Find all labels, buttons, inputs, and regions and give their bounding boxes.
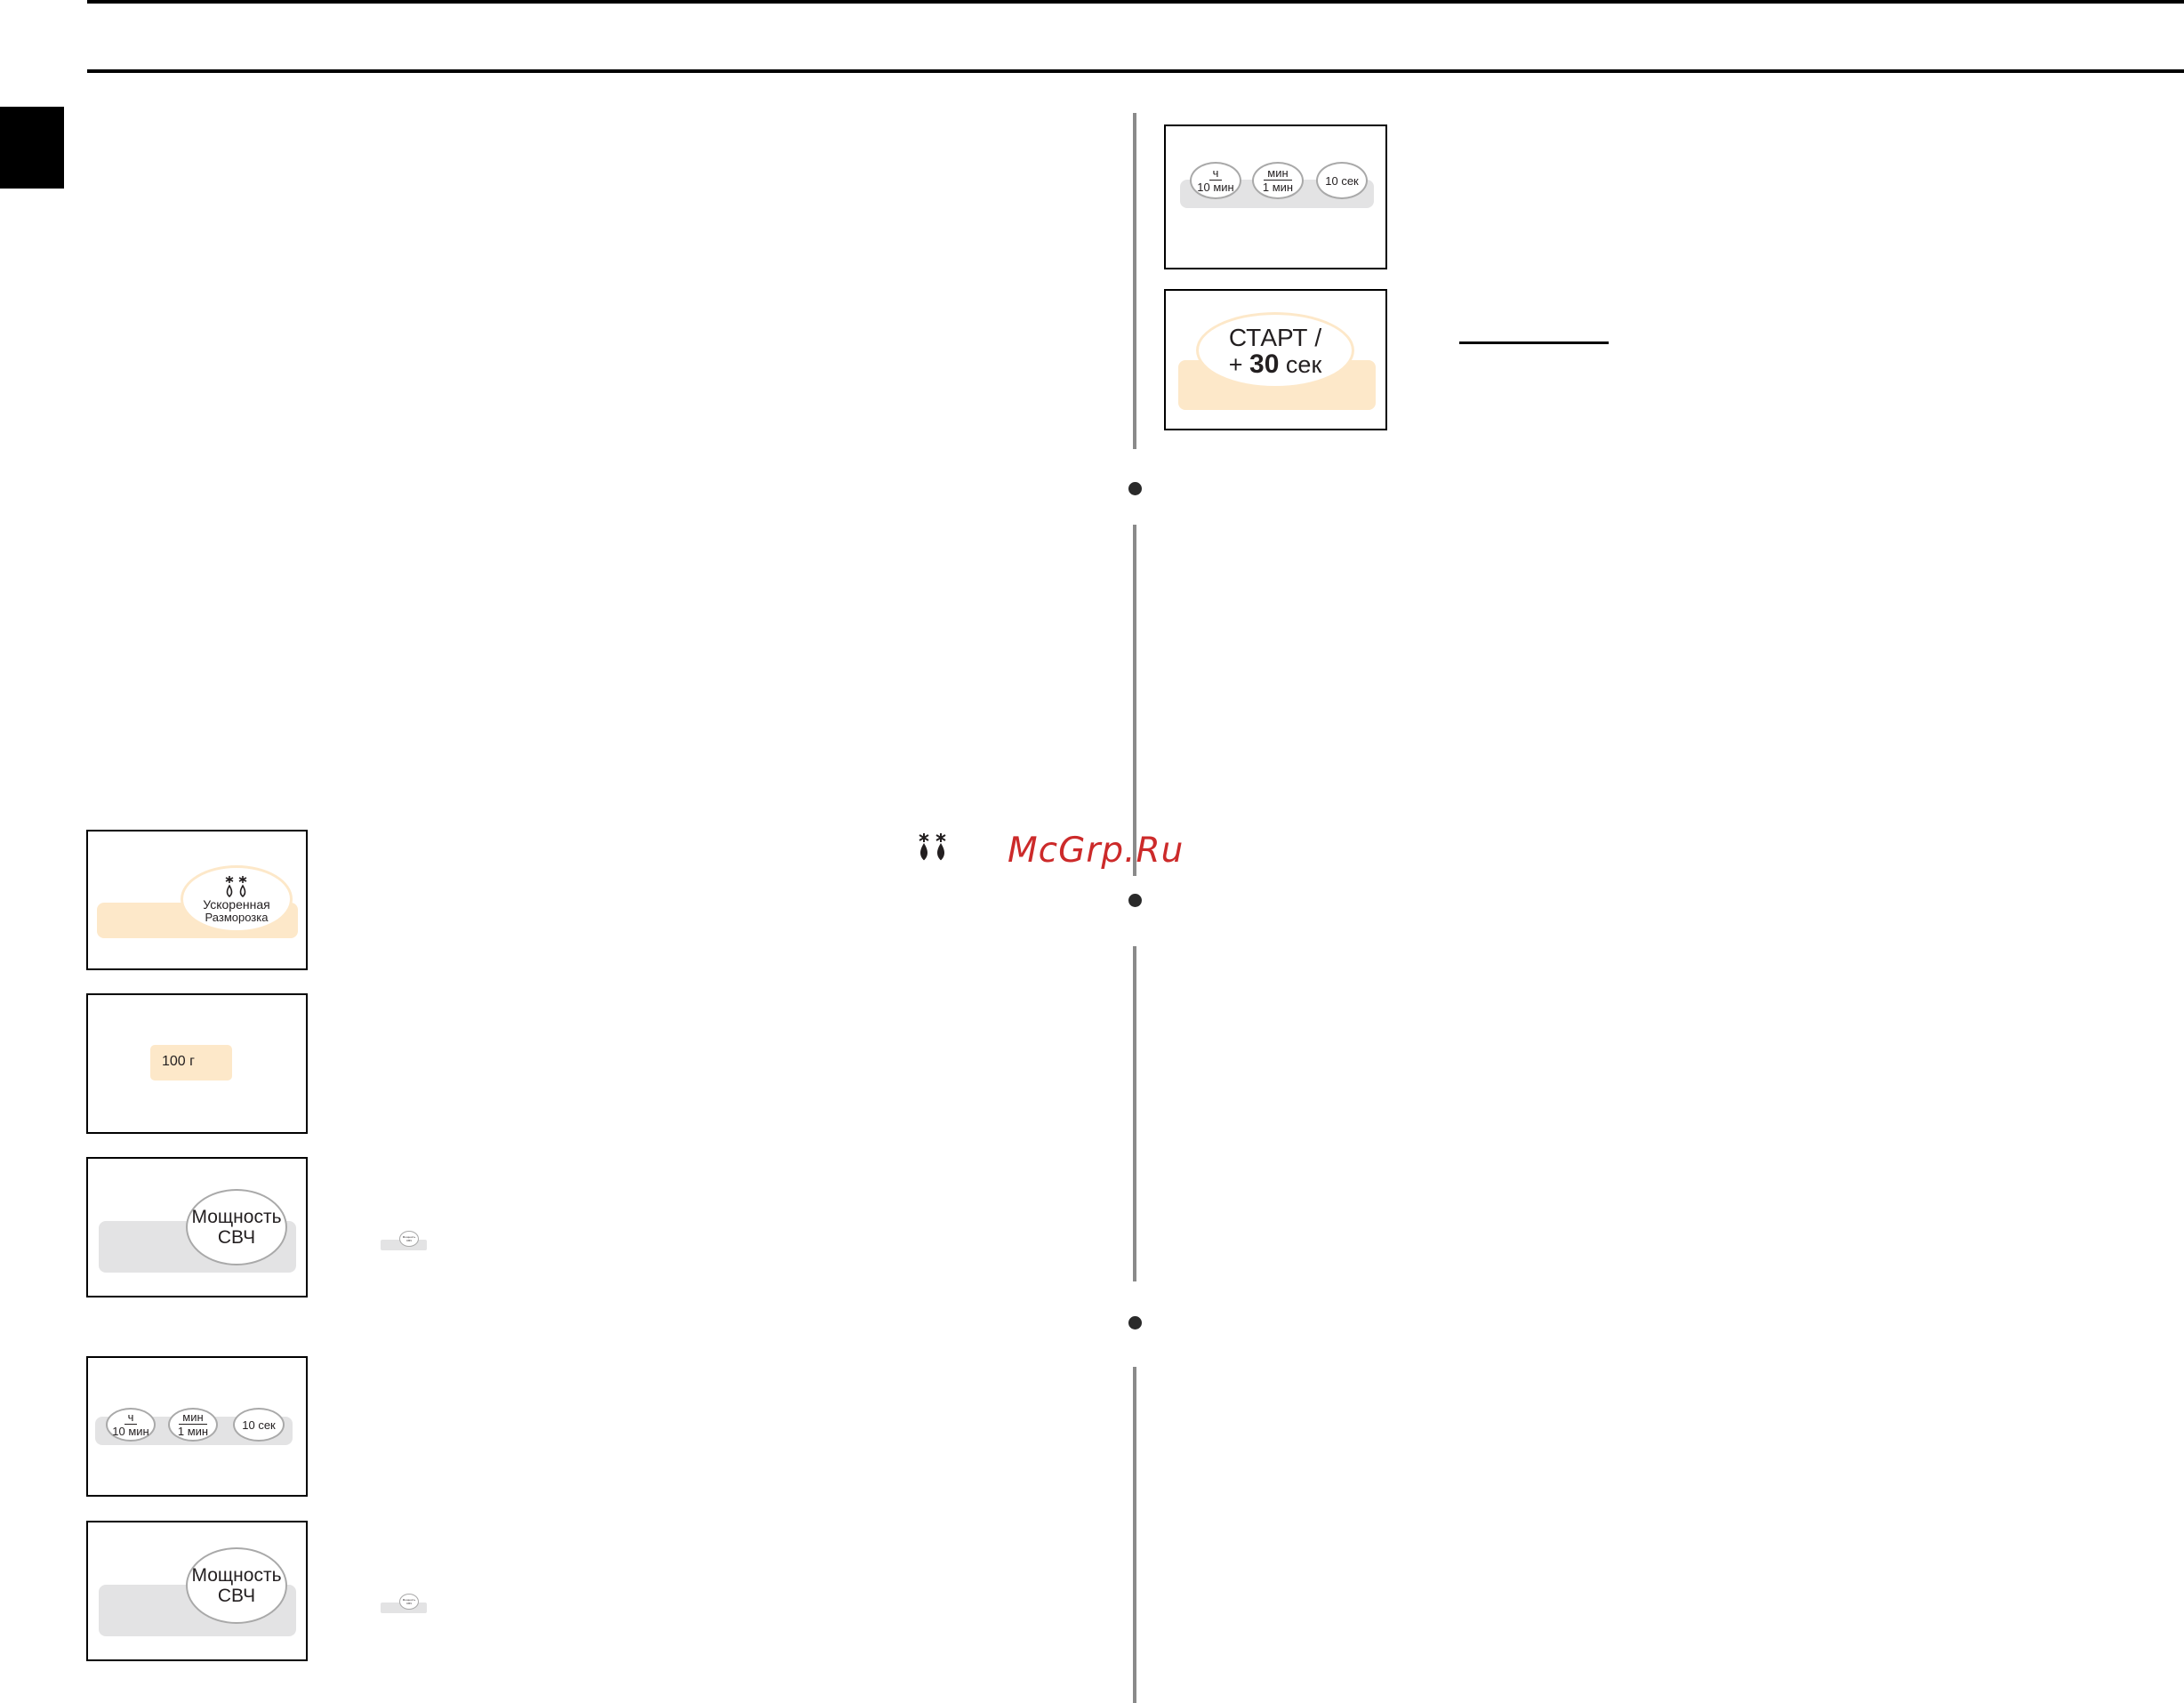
power-panel: Мощность СВЧ (86, 1521, 308, 1661)
underline-rule (1459, 341, 1609, 344)
top-rule (87, 0, 2184, 4)
start-sublabel: + 30 сек (1228, 349, 1322, 379)
mini-label-line2: СВЧ (405, 1239, 413, 1242)
power-label-line2: СВЧ (217, 1586, 256, 1606)
mini-oval: Мощность СВЧ (399, 1231, 419, 1247)
power-button[interactable]: Мощность СВЧ (186, 1189, 287, 1265)
hour-key[interactable]: ч 10 мин (1190, 162, 1241, 199)
defrost-button[interactable]: Ускоренная Разморозка (181, 865, 293, 933)
column-divider (1133, 1367, 1136, 1703)
start-plus: + (1228, 350, 1243, 378)
defrost-label-line1: Ускоренная (203, 896, 270, 912)
bullet-dot (1128, 482, 1142, 495)
minute-key-bottom: 1 мин (1262, 181, 1294, 194)
minute-key-top: мин (1264, 167, 1292, 181)
header-rule (87, 69, 2184, 73)
bullet-dot (1128, 1316, 1142, 1329)
snowflake-drops-icon (919, 833, 946, 861)
bullet-dot (1128, 894, 1142, 907)
seconds-key-label: 10 сек (1325, 173, 1359, 188)
column-divider (1133, 113, 1136, 449)
power-panel: Мощность СВЧ (86, 1157, 308, 1297)
seconds-key[interactable]: 10 сек (233, 1408, 285, 1442)
start-label: СТАРТ / (1228, 323, 1322, 351)
hour-key-bottom: 10 мин (112, 1425, 149, 1438)
power-mini-icon: Мощность СВЧ (381, 1594, 427, 1615)
column-divider (1133, 946, 1136, 1281)
defrost-label-line2: Разморозка (205, 910, 269, 924)
minute-key[interactable]: мин 1 мин (1252, 162, 1304, 199)
power-label-line1: Мощность (191, 1207, 282, 1227)
weight-panel: 100 г (86, 993, 308, 1134)
power-mini-icon: Мощность СВЧ (381, 1231, 427, 1252)
seconds-key[interactable]: 10 сек (1316, 162, 1368, 199)
defrost-panel: Ускоренная Разморозка (86, 830, 308, 970)
seconds-key-label: 10 сек (242, 1418, 276, 1432)
section-tab (0, 107, 64, 189)
power-label-line1: Мощность (191, 1565, 282, 1586)
mini-oval: Мощность СВЧ (399, 1594, 419, 1610)
time-keys-panel: ч 10 мин мин 1 мин 10 сек (86, 1356, 308, 1497)
hour-key-bottom: 10 мин (1197, 181, 1234, 194)
minute-key[interactable]: мин 1 мин (168, 1408, 218, 1442)
start-unit: сек (1285, 350, 1322, 378)
power-label-line2: СВЧ (217, 1227, 256, 1248)
time-keys-panel: ч 10 мин мин 1 мин 10 сек (1164, 125, 1387, 269)
hour-key[interactable]: ч 10 мин (106, 1408, 156, 1442)
minute-key-top: мин (179, 1411, 207, 1425)
snowflake-drops-icon (225, 875, 247, 897)
minute-key-bottom: 1 мин (177, 1425, 209, 1438)
mini-label-line2: СВЧ (405, 1602, 413, 1605)
watermark: McGrp.Ru (1008, 831, 1184, 871)
start-button[interactable]: СТАРТ / + 30 сек (1196, 312, 1354, 389)
start-panel: СТАРТ / + 30 сек (1164, 289, 1387, 430)
hour-key-top: ч (124, 1411, 138, 1425)
power-button[interactable]: Мощность СВЧ (186, 1547, 287, 1624)
weight-value: 100 г (162, 1054, 195, 1069)
start-number: 30 (1249, 349, 1280, 379)
weight-display: 100 г (150, 1045, 232, 1080)
column-divider (1133, 525, 1136, 876)
hour-key-top: ч (1208, 167, 1223, 181)
